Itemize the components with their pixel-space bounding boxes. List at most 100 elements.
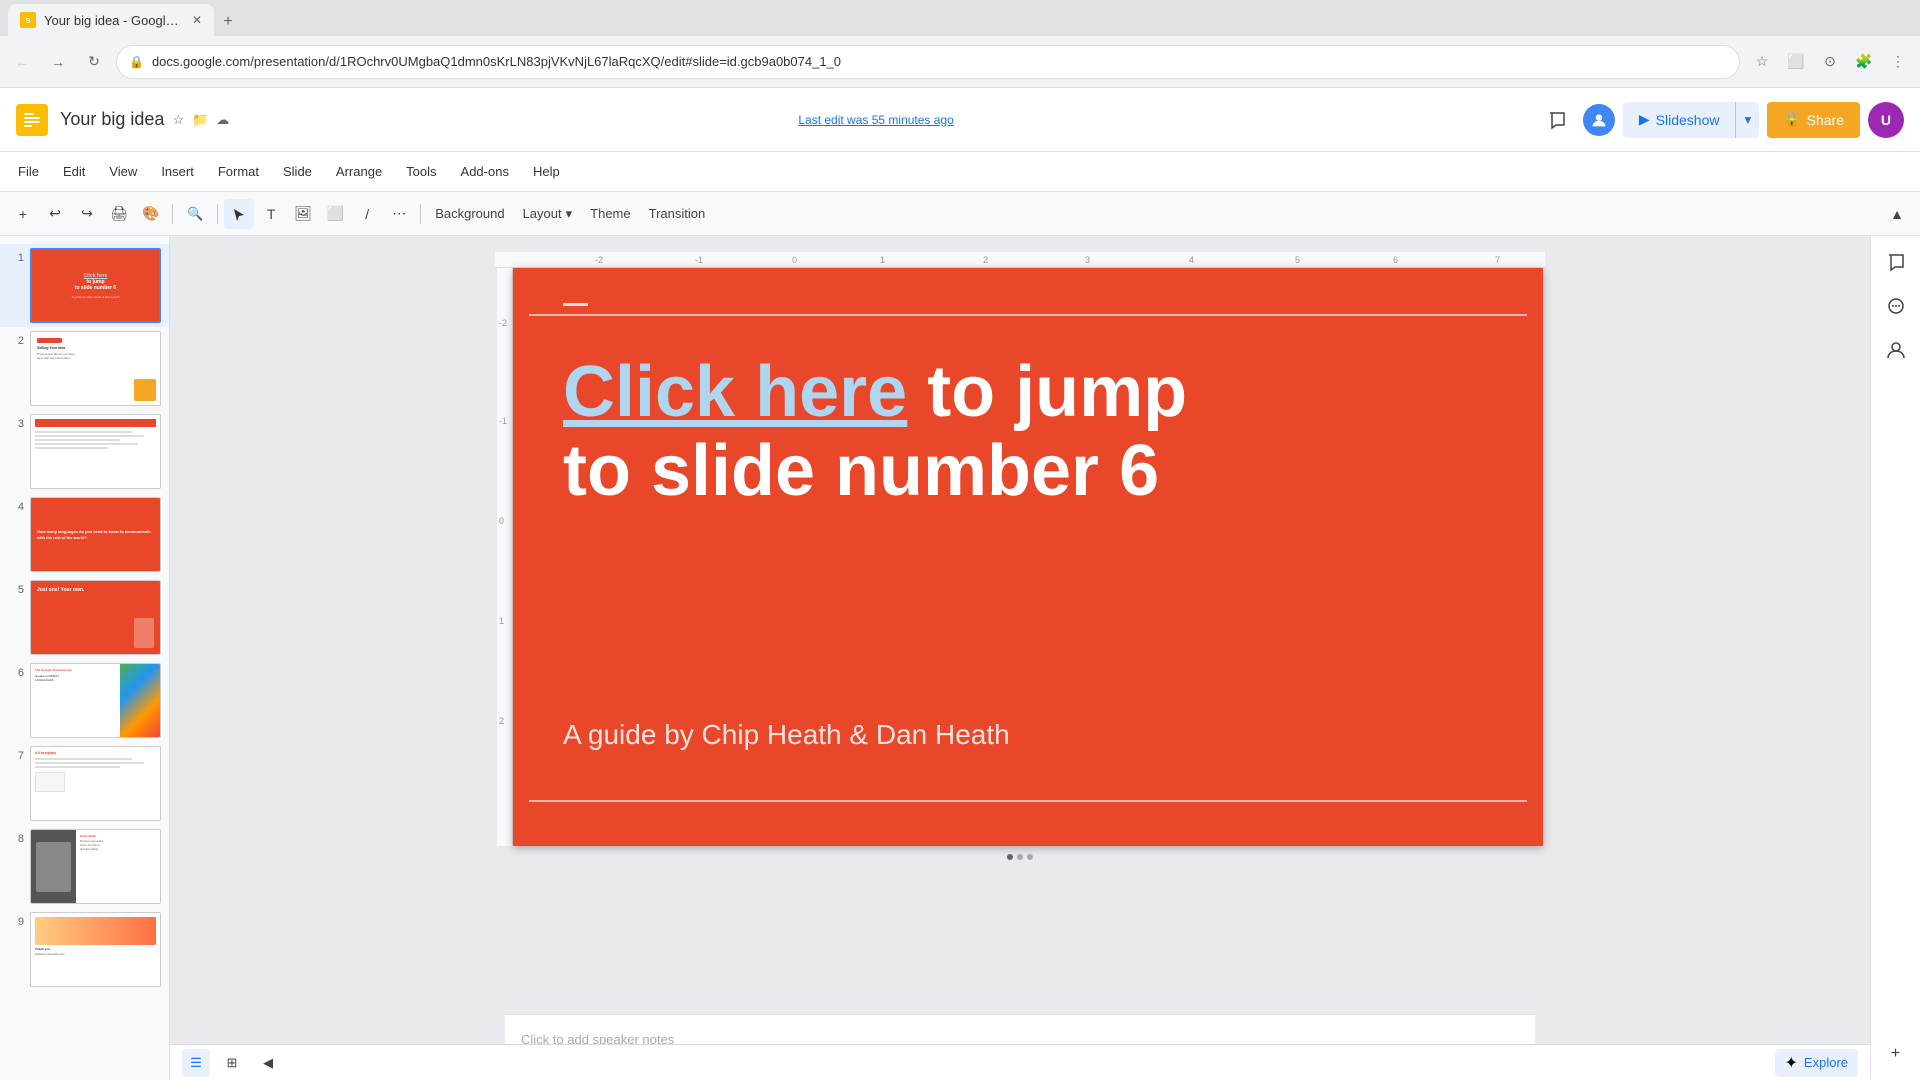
more-tools[interactable]: ⋯ [384,199,414,229]
profile-button[interactable]: ⊙ [1816,48,1844,76]
background-button[interactable]: Background [427,199,512,229]
grid-view-button[interactable]: ⊞ [218,1049,246,1077]
share-button[interactable]: 🔒 Share [1767,102,1860,138]
slide-number-9: 9 [8,912,24,928]
add-side-button[interactable]: + [1878,1036,1914,1072]
extensions-button[interactable]: 🧩 [1850,48,1878,76]
menu-insert[interactable]: Insert [151,160,204,183]
menu-addons[interactable]: Add-ons [451,160,519,183]
slideshow-dropdown-button[interactable]: ▾ [1735,102,1759,138]
browser-actions: ☆ ⬜ ⊙ 🧩 ⋮ [1748,48,1912,76]
menu-view[interactable]: View [99,160,147,183]
paint-format-button[interactable]: 🎨 [136,199,166,229]
new-tab-button[interactable]: + [214,8,242,36]
slide-number-3: 3 [8,414,24,430]
theme-button[interactable]: Theme [582,199,638,229]
image-tool[interactable]: 🖼 [288,199,318,229]
slide-item-5[interactable]: 5 Just one! Your own. [0,576,169,659]
cast-button[interactable]: ⬜ [1782,48,1810,76]
cursor-tool[interactable] [224,199,254,229]
separator-2 [217,204,218,224]
layout-button[interactable]: Layout ▾ [515,199,581,229]
zoom-icon: 🔍 [187,206,203,222]
slide-item-3[interactable]: 3 [0,410,169,493]
ruler-vertical: -2 -1 0 1 2 [497,268,513,846]
shapes-tool[interactable]: ⬜ [320,199,350,229]
menu-button[interactable]: ⋮ [1884,48,1912,76]
active-tab[interactable]: S Your big idea - Google Slides ✕ [8,4,214,36]
chat-side-button[interactable] [1878,288,1914,324]
browser-bar: ← → ↻ 🔒 docs.google.com/presentation/d/1… [0,36,1920,88]
slide-number-2: 2 [8,331,24,347]
slide-thumb-9: Thank you Additional information here [30,912,161,987]
slideshow-button[interactable]: ▶ Slideshow [1623,102,1736,138]
menu-edit[interactable]: Edit [53,160,95,183]
slide-bottom-line [529,800,1527,802]
slide-item-4[interactable]: 4 How many languages do you need to know… [0,493,169,576]
slideshow-button-group: ▶ Slideshow ▾ [1623,102,1759,138]
background-label: Background [435,206,504,221]
zoom-button[interactable]: 🔍 [179,199,211,229]
reload-button[interactable]: ↻ [80,48,108,76]
url-text: docs.google.com/presentation/d/1ROchrv0U… [152,54,841,69]
slide-thumb-3 [30,414,161,489]
slide-top-line [529,314,1527,316]
redo-button[interactable]: ↪ [72,199,102,229]
slide-main-text[interactable]: Click here to jumpto slide number 6 [563,353,1513,511]
slide-item-9[interactable]: 9 Thank you Additional information here [0,908,169,991]
collapse-panel-button[interactable]: ◀ [254,1049,282,1077]
text-tool[interactable]: T [256,199,286,229]
collapse-button[interactable]: ▲ [1882,199,1912,229]
slide-item-7[interactable]: 7 A Exemplary [0,742,169,825]
slide-item-2[interactable]: 2 Selling Your Idea Present text about y… [0,327,169,410]
star-icon[interactable]: ☆ [172,112,184,128]
slide-item-8[interactable]: 8 Chip Heath Professor and authorknown f… [0,825,169,908]
slide-thumb-5: Just one! Your own. [30,580,161,655]
menu-file[interactable]: File [8,160,49,183]
app-title[interactable]: Your big idea [60,109,164,130]
share-icon: 🔒 [1783,111,1800,128]
menu-help[interactable]: Help [523,160,570,183]
slide-canvas[interactable]: Click here to jumpto slide number 6 A gu… [513,268,1543,846]
menu-arrange[interactable]: Arrange [326,160,392,183]
collab-avatar-1[interactable] [1583,104,1615,136]
lock-icon: 🔒 [129,55,144,69]
last-edit-link[interactable]: Last edit was 55 minutes ago [798,113,953,127]
explore-button[interactable]: ✦ Explore [1775,1049,1858,1077]
menu-format[interactable]: Format [208,160,269,183]
separator-3 [420,204,421,224]
comments-side-button[interactable] [1878,244,1914,280]
menu-bar: File Edit View Insert Format Slide Arran… [0,152,1920,192]
comments-button[interactable] [1539,102,1575,138]
forward-button[interactable]: → [44,48,72,76]
undo-button[interactable]: ↩ [40,199,70,229]
user-avatar[interactable]: U [1868,102,1904,138]
main-layout: 1 Click here to jumpto slide number 6 A … [0,236,1920,1080]
tab-close-button[interactable]: ✕ [192,13,202,27]
menu-slide[interactable]: Slide [273,160,322,183]
transition-button[interactable]: Transition [641,199,714,229]
address-bar[interactable]: 🔒 docs.google.com/presentation/d/1ROchrv… [116,45,1740,79]
folder-icon[interactable]: 📁 [192,112,208,128]
slide-decoration-small-line [563,303,588,306]
tab-title: Your big idea - Google Slides [44,13,184,28]
slide-link-text[interactable]: Click here [563,352,907,432]
profile-side-button[interactable] [1878,332,1914,368]
slide-item-1[interactable]: 1 Click here to jumpto slide number 6 A … [0,244,169,327]
layout-label: Layout [523,206,562,221]
slideshow-label: Slideshow [1656,112,1720,128]
slide-dot-2 [1017,854,1023,860]
bottom-view-bar: ☰ ⊞ ◀ ✦ Explore [170,1044,1870,1080]
slide-item-6[interactable]: 6 The Google Translate app speaks in NIN… [0,659,169,742]
list-view-button[interactable]: ☰ [182,1049,210,1077]
back-button[interactable]: ← [8,48,36,76]
menu-tools[interactable]: Tools [396,160,446,183]
print-button[interactable]: 🖨 [104,199,134,229]
bookmark-button[interactable]: ☆ [1748,48,1776,76]
insert-button[interactable]: + [8,199,38,229]
slide-number-7: 7 [8,746,24,762]
cloud-icon[interactable]: ☁ [216,112,229,128]
layout-chevron: ▾ [566,206,573,222]
separator-1 [172,204,173,224]
line-tool[interactable]: / [352,199,382,229]
